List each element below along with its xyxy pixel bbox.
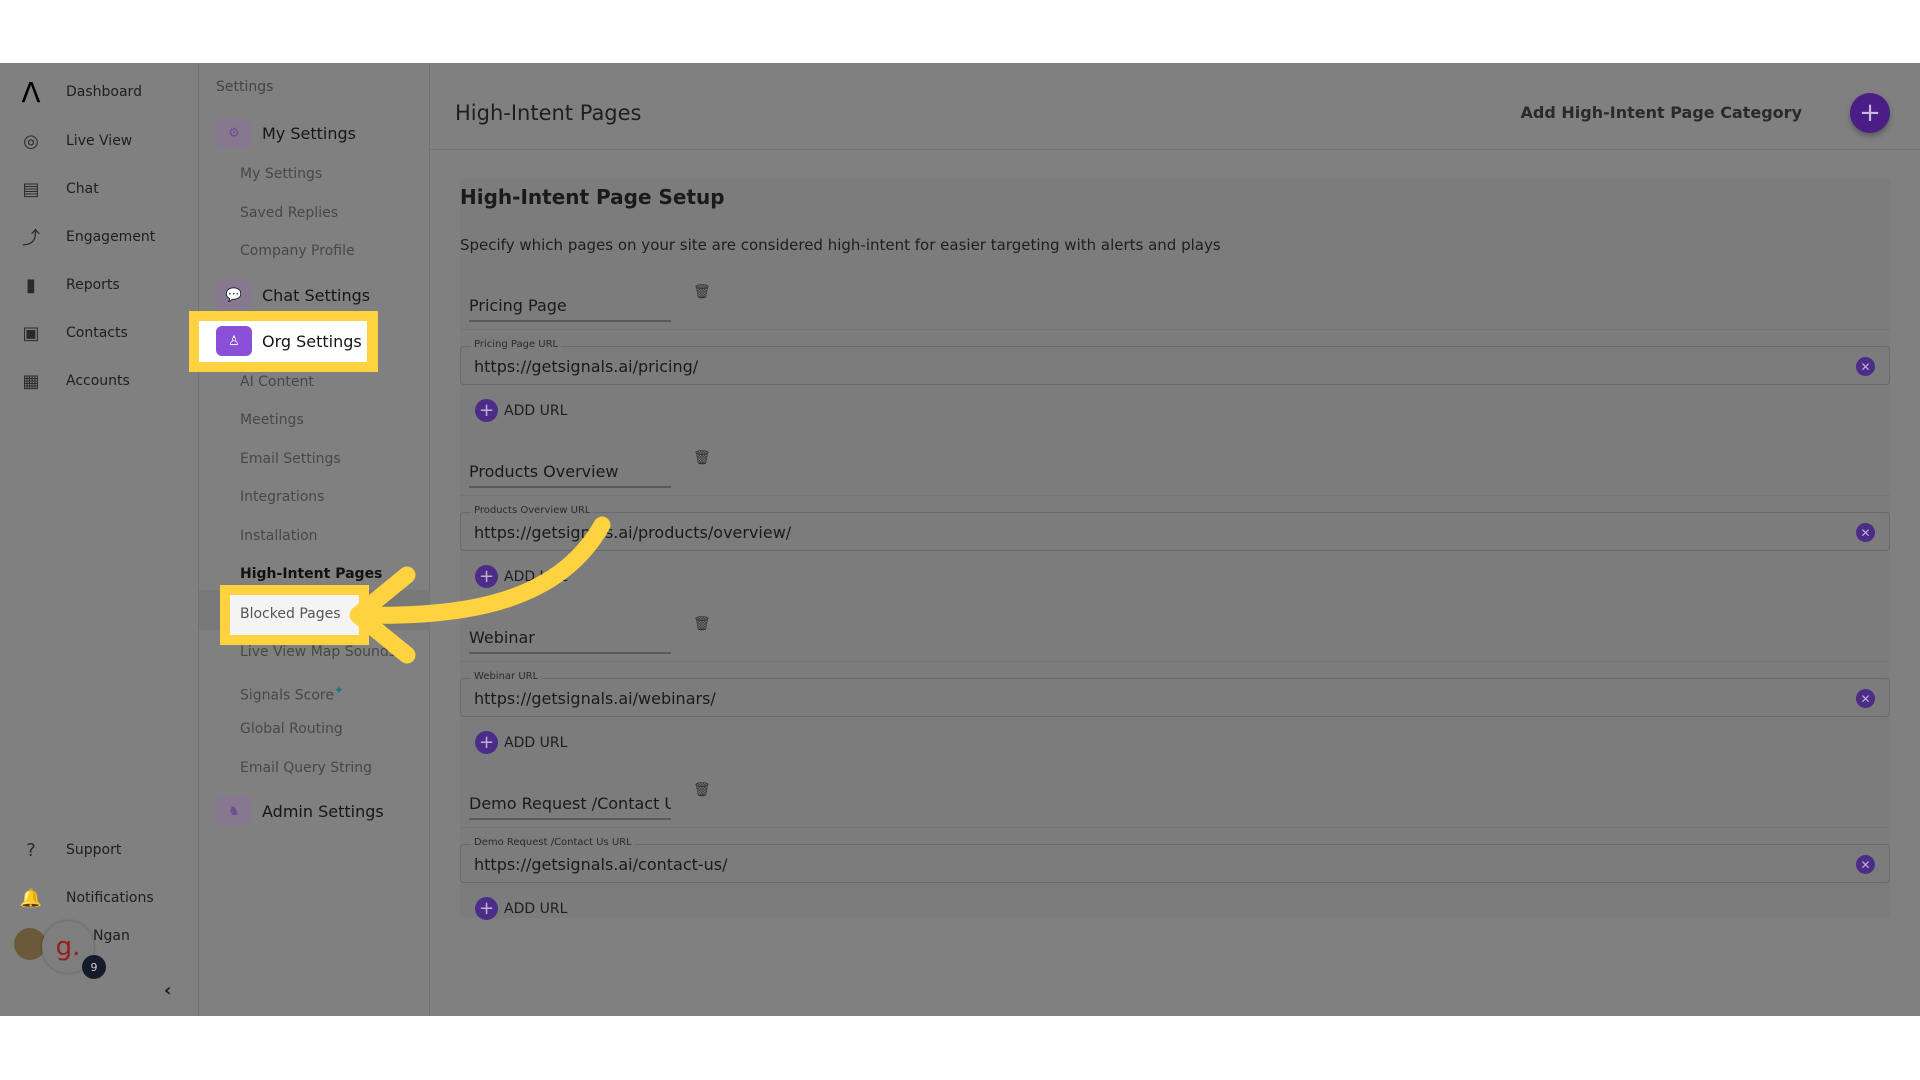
tutorial-arrow [349, 516, 611, 664]
arrow-curve [351, 516, 611, 624]
